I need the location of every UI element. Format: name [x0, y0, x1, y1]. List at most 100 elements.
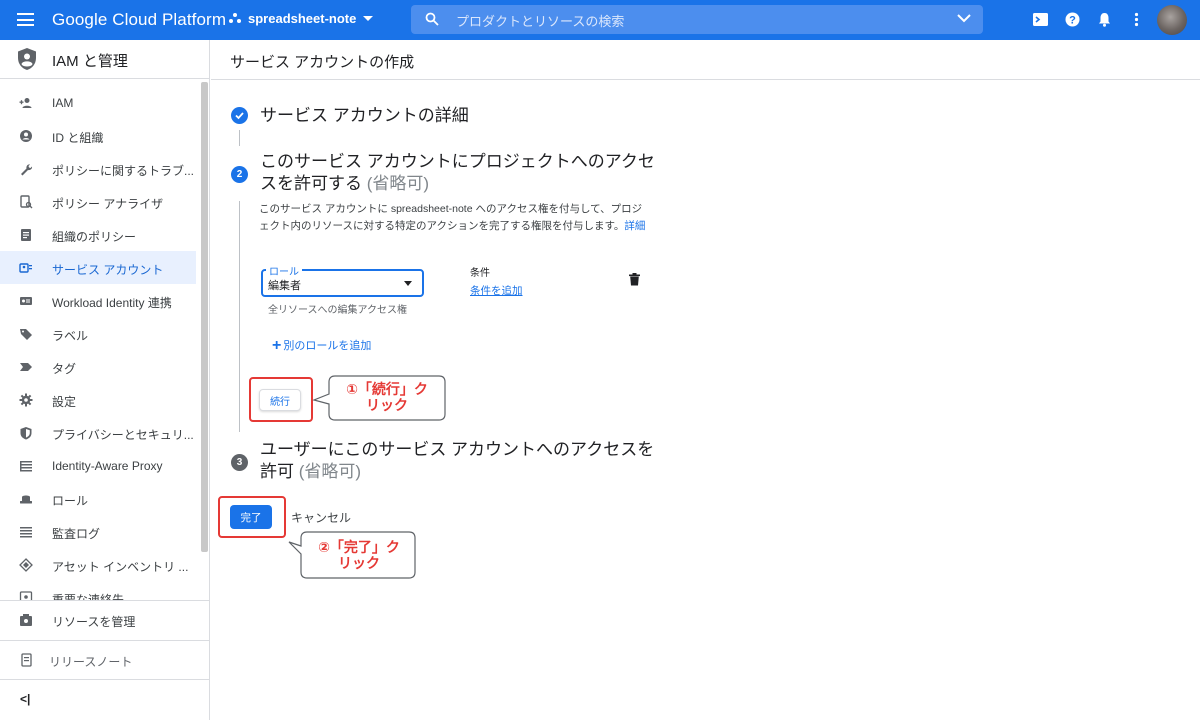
- sidebar-scrollbar[interactable]: [201, 82, 208, 552]
- cloud-shell-icon[interactable]: [1032, 11, 1049, 28]
- add-role-label: 別のロールを追加: [283, 340, 372, 352]
- notifications-icon[interactable]: [1096, 11, 1113, 28]
- delete-icon[interactable]: [629, 273, 640, 286]
- sidebar-item-asset-inventory[interactable]: アセット インベントリ ...: [0, 548, 200, 581]
- sidebar-item-identity-aware-proxy[interactable]: Identity-Aware Proxy: [0, 449, 200, 482]
- add-another-role-button[interactable]: + 別のロールを追加: [272, 337, 371, 353]
- step1-title[interactable]: サービス アカウントの詳細: [260, 105, 469, 127]
- sidebar-item-org-policies[interactable]: 組織のポリシー: [0, 218, 200, 251]
- sidebar-item-label: ポリシーに関するトラブ...: [52, 164, 195, 178]
- sidebar-title: IAM と管理: [52, 53, 128, 70]
- role-hat-icon: [20, 495, 32, 504]
- step2-title-line1: このサービス アカウントにプロジェクトへのアクセ: [260, 152, 655, 171]
- step2-description-text: このサービス アカウントに spreadsheet-note へのアクセス権を付…: [259, 203, 643, 232]
- sidebar-item-audit-logs[interactable]: 監査ログ: [0, 515, 200, 548]
- sidebar-item-label: ポリシー アナライザ: [52, 197, 164, 211]
- search-placeholder: プロダクトとリソースの検索: [456, 14, 625, 29]
- collapse-nav-button[interactable]: <|: [0, 680, 60, 720]
- manage-resources-section: リソースを管理: [0, 600, 209, 639]
- sidebar-item-label: アセット インベントリ ...: [52, 560, 189, 574]
- search-icon: [425, 12, 439, 26]
- step-connector: [239, 130, 240, 146]
- done-button[interactable]: 完了: [230, 505, 272, 529]
- top-app-bar: Google Cloud Platform spreadsheet-note プ…: [0, 0, 1200, 40]
- sidebar-item-label: IAM: [52, 96, 74, 110]
- search-input[interactable]: プロダクトとリソースの検索: [411, 5, 983, 34]
- sidebar-item-essential-contacts[interactable]: 重要な連絡先: [0, 581, 200, 601]
- brand-title[interactable]: Google Cloud Platform: [52, 10, 226, 30]
- document-icon: [21, 229, 31, 241]
- project-name: spreadsheet-note: [248, 11, 357, 26]
- label-icon: [20, 329, 32, 340]
- page-title-bar: サービス アカウントの作成: [211, 40, 1200, 80]
- sidebar: IAM と管理 IAM ID と組織 ポリシーに関するトラブ... ポリシー ア…: [0, 40, 210, 720]
- sidebar-item-privacy-security[interactable]: プライバシーとセキュリ...: [0, 416, 200, 449]
- sidebar-item-label: リソースを管理: [52, 615, 136, 629]
- policy-analyzer-icon: [20, 195, 33, 209]
- callout-text-2: ②「完了」ク リック: [303, 539, 415, 571]
- more-vert-icon[interactable]: [1128, 11, 1145, 28]
- sidebar-item-label: サービス アカウント: [52, 263, 164, 277]
- svg-text:?: ?: [1069, 15, 1076, 27]
- help-icon[interactable]: ?: [1064, 11, 1081, 28]
- sidebar-item-label: Workload Identity 連携: [52, 296, 172, 310]
- cancel-button[interactable]: キャンセル: [291, 509, 351, 526]
- step3-title[interactable]: ユーザーにこのサービス アカウントへのアクセスを 許可 (省略可): [260, 439, 660, 483]
- step-connector: [239, 201, 240, 432]
- callout2-line2: リック: [338, 555, 380, 571]
- step3-title-line2: 許可: [260, 462, 294, 481]
- continue-button[interactable]: 続行: [259, 389, 301, 411]
- sidebar-item-labels[interactable]: ラベル: [0, 317, 200, 350]
- page-title: サービス アカウントの作成: [230, 54, 415, 71]
- sidebar-item-label: Identity-Aware Proxy: [52, 459, 163, 473]
- tag-icon: [20, 363, 32, 371]
- project-selector[interactable]: spreadsheet-note: [228, 11, 374, 26]
- step2-title[interactable]: このサービス アカウントにプロジェクトへのアクセ スを許可する (省略可): [260, 151, 660, 195]
- sidebar-item-label: 設定: [52, 395, 77, 409]
- list-icon: [20, 527, 32, 538]
- shield-icon: [18, 48, 36, 70]
- search-expand-icon[interactable]: [957, 13, 971, 23]
- step3-title-line1: ユーザーにこのサービス アカウントへのアクセスを: [260, 440, 655, 459]
- project-dots-icon: [229, 12, 241, 23]
- sidebar-item-identity-org[interactable]: ID と組織: [0, 119, 200, 152]
- step2-optional: (省略可): [366, 174, 430, 193]
- sidebar-item-label: リリースノート: [49, 655, 133, 669]
- avatar[interactable]: [1157, 5, 1187, 35]
- release-notes-section: リリースノート: [0, 640, 209, 679]
- sidebar-item-label: プライバシーとセキュリ...: [52, 428, 194, 442]
- sidebar-item-policy-analyzer[interactable]: ポリシー アナライザ: [0, 185, 200, 218]
- main-content: サービス アカウントの作成 サービス アカウントの詳細 2 このサービス アカウ…: [211, 40, 1200, 720]
- details-link[interactable]: 詳細: [624, 220, 645, 232]
- callout1-line1: ①「続行」ク: [346, 381, 428, 397]
- sidebar-item-policy-troubleshooter[interactable]: ポリシーに関するトラブ...: [0, 152, 200, 185]
- callout1-line2: リック: [366, 397, 408, 413]
- sidebar-item-label: タグ: [52, 362, 77, 376]
- sidebar-item-service-accounts[interactable]: サービス アカウント: [0, 251, 196, 284]
- sidebar-item-release-notes[interactable]: リリースノート: [0, 641, 209, 679]
- sidebar-header: IAM と管理: [0, 40, 210, 79]
- condition-label: 条件: [470, 268, 490, 279]
- sidebar-nav: IAM ID と組織 ポリシーに関するトラブ... ポリシー アナライザ 組織の…: [0, 86, 200, 601]
- workload-identity-icon: [20, 297, 32, 305]
- callout2-line1: ②「完了」ク: [318, 539, 400, 555]
- sidebar-item-roles[interactable]: ロール: [0, 482, 200, 515]
- role-hint: 全リソースへの編集アクセス権: [268, 305, 407, 316]
- sidebar-item-label: ID と組織: [52, 131, 104, 145]
- sidebar-item-tags[interactable]: タグ: [0, 350, 200, 383]
- step3-optional: (省略可): [298, 462, 362, 481]
- sidebar-item-label: ロール: [52, 494, 89, 508]
- step2-number: 2: [231, 166, 248, 183]
- role-value: 編集者: [268, 280, 301, 292]
- manage-resources-icon: [20, 614, 32, 626]
- sidebar-item-manage-resources[interactable]: リソースを管理: [0, 601, 209, 639]
- sidebar-item-workload-identity[interactable]: Workload Identity 連携: [0, 284, 200, 317]
- gear-icon: [19, 393, 33, 407]
- role-label: ロール: [266, 263, 302, 278]
- person-add-icon: [19, 98, 32, 108]
- menu-icon[interactable]: [17, 13, 34, 26]
- sidebar-item-iam[interactable]: IAM: [0, 86, 200, 119]
- sidebar-item-settings[interactable]: 設定: [0, 383, 200, 416]
- add-condition-link[interactable]: 条件を追加: [470, 283, 523, 298]
- wrench-icon: [21, 164, 33, 176]
